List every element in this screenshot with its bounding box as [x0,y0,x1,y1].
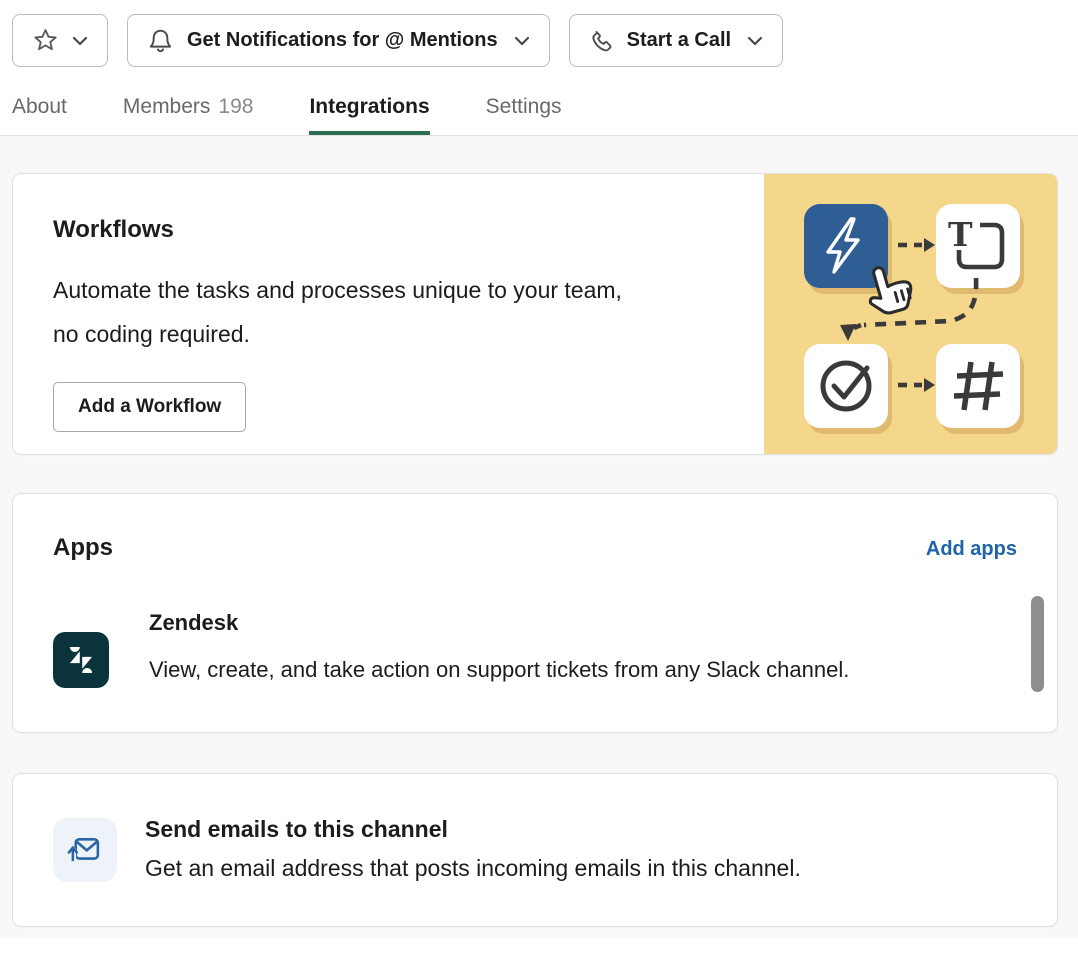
tab-members[interactable]: Members 198 [123,85,254,135]
send-emails-title: Send emails to this channel [145,816,801,843]
hash-tile [936,344,1020,428]
toolbar: Get Notifications for @ Mentions Start a… [0,0,1078,67]
workflows-card-content: Workflows Automate the tasks and process… [13,174,764,454]
email-icon [53,818,117,882]
notifications-button-label: Get Notifications for @ Mentions [187,29,498,52]
chevron-down-icon [514,36,530,46]
zendesk-icon [53,632,109,688]
text-icon: T [948,215,973,254]
start-call-button[interactable]: Start a Call [569,14,783,67]
workflows-card: Workflows Automate the tasks and process… [12,173,1058,455]
arrow-check-to-hash [898,378,935,392]
check-tile [804,344,888,428]
app-row-zendesk[interactable]: Zendesk View, create, and take action on… [53,606,1017,692]
workflows-illustration: T [764,174,1057,454]
send-emails-text: Send emails to this channel Get an email… [145,816,801,884]
app-row-text: Zendesk View, create, and take action on… [149,606,939,692]
phone-icon [589,28,614,53]
star-channel-button[interactable] [12,14,108,67]
apps-card: Apps Add apps Zendesk View, create, and … [12,493,1058,733]
notifications-button[interactable]: Get Notifications for @ Mentions [127,14,550,67]
chevron-down-icon [72,36,88,46]
integrations-panel: Workflows Automate the tasks and process… [0,136,1078,938]
tab-integrations-label: Integrations [309,95,429,119]
tab-integrations[interactable]: Integrations [309,85,429,135]
apps-scrollbar[interactable] [1031,596,1044,692]
tab-settings-label: Settings [486,95,562,119]
tab-about[interactable]: About [12,85,67,135]
tab-about-label: About [12,95,67,119]
send-emails-card[interactable]: Send emails to this channel Get an email… [12,773,1058,927]
apps-title: Apps [53,534,113,562]
workflows-description: Automate the tasks and processes unique … [53,268,633,356]
send-emails-description: Get an email address that posts incoming… [145,855,801,882]
arrow-lightning-to-text [898,238,935,252]
apps-header: Apps Add apps [53,534,1017,562]
start-call-button-label: Start a Call [627,29,731,52]
tab-settings[interactable]: Settings [486,85,562,135]
add-apps-link[interactable]: Add apps [926,538,1017,561]
text-form-tile: T [936,204,1020,288]
tab-members-label: Members [123,95,211,119]
add-workflow-button[interactable]: Add a Workflow [53,382,246,432]
apps-list: Zendesk View, create, and take action on… [53,606,1017,708]
bell-icon [147,27,174,55]
chevron-down-icon [747,36,763,46]
workflows-title: Workflows [53,216,764,244]
channel-tabs: About Members 198 Integrations Settings [0,85,1078,136]
app-name: Zendesk [149,606,939,638]
tab-members-count: 198 [218,95,253,119]
channel-header: Get Notifications for @ Mentions Start a… [0,0,1078,136]
star-icon [32,27,59,54]
app-description: View, create, and take action on support… [149,648,939,692]
